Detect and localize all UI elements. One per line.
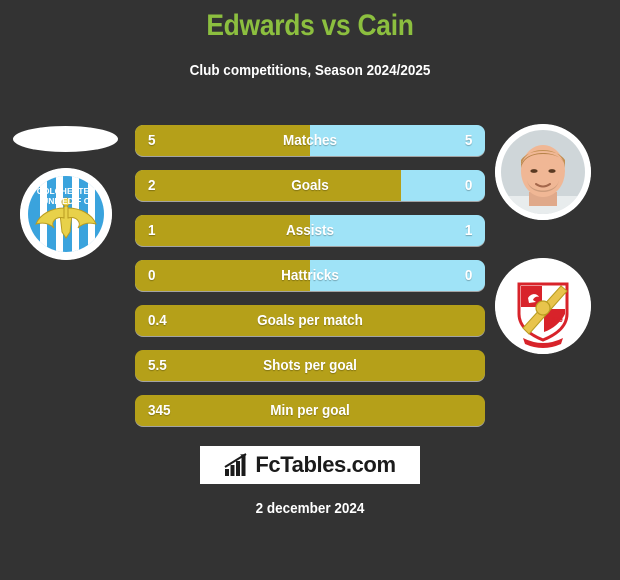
stat-row: Min per goal 345: [135, 395, 485, 426]
stat-home-value: 345: [148, 402, 171, 419]
home-badge-line1: COLCHESTER: [37, 186, 96, 196]
colchester-united-crest-icon: COLCHESTER UNITED F C: [20, 168, 112, 260]
stat-home-value: 5: [148, 132, 156, 149]
stat-row: Goals 2 0: [135, 170, 485, 201]
brand-logo[interactable]: FcTables.com: [200, 446, 420, 484]
stats-list: Matches 5 5 Goals 2 0 Assists 1 1 Hattricks 0 0 Goal…: [135, 125, 485, 440]
brand-name: FcTables.com: [255, 452, 396, 477]
page-subtitle: Club competitions, Season 2024/2025: [189, 62, 431, 79]
swindon-town-crest-icon: 1879: [495, 258, 591, 354]
stat-home-value: 1: [148, 222, 156, 239]
home-club-badge: COLCHESTER UNITED F C: [20, 168, 112, 260]
stat-label: Min per goal: [270, 402, 350, 419]
stat-label: Hattricks: [281, 267, 339, 284]
stat-label: Shots per goal: [263, 357, 357, 374]
home-badge-line2: UNITED F C: [42, 196, 90, 206]
stat-row: Goals per match 0.4: [135, 305, 485, 336]
page-title: Edwards vs Cain: [206, 9, 414, 42]
bar-chart-icon: [224, 453, 247, 476]
stat-row: Shots per goal 5.5: [135, 350, 485, 381]
stat-away-value: 1: [464, 222, 472, 239]
away-player-photo: [495, 124, 591, 220]
stat-label: Goals per match: [257, 312, 363, 329]
stat-home-value: 5.5: [148, 357, 167, 374]
stat-label: Goals: [291, 177, 329, 194]
player-portrait-icon: [495, 124, 591, 220]
stat-home-value: 0: [148, 267, 156, 284]
stat-away-value: 0: [464, 267, 472, 284]
stat-label: Matches: [282, 132, 338, 149]
home-player-photo: [13, 126, 118, 152]
stat-row: Matches 5 5: [135, 125, 485, 156]
stat-row: Hattricks 0 0: [135, 260, 485, 291]
away-badge-year: 1879: [547, 317, 563, 324]
stat-away-value: 5: [464, 132, 472, 149]
stat-home-value: 2: [148, 177, 156, 194]
stat-away-value: 0: [464, 177, 472, 194]
away-club-badge: 1879: [495, 258, 591, 354]
footer-date: 2 december 2024: [255, 500, 365, 517]
stat-label: Assists: [285, 222, 335, 239]
stat-row: Assists 1 1: [135, 215, 485, 246]
stat-home-value: 0.4: [148, 312, 167, 329]
